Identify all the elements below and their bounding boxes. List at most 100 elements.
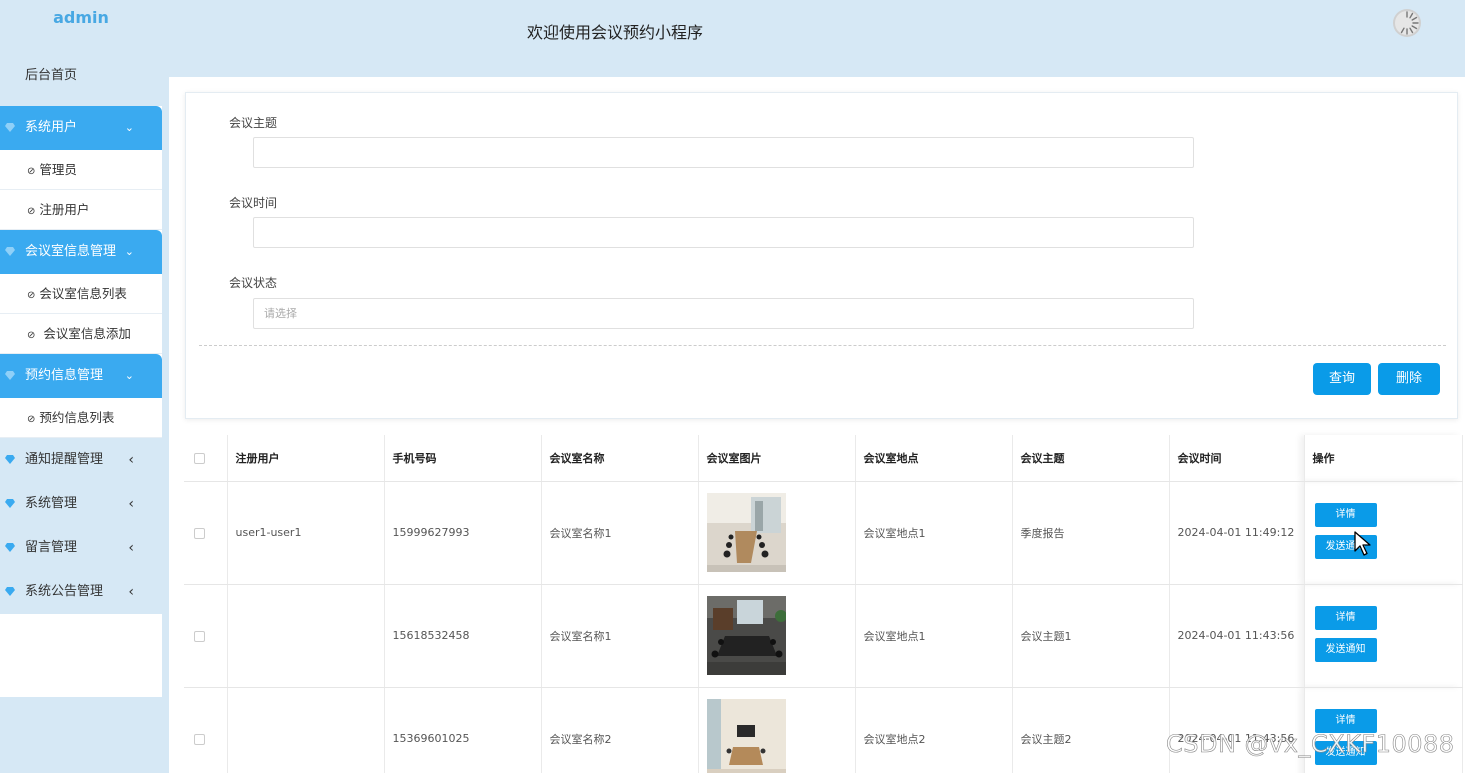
phone-cell: 15618532458 — [384, 584, 542, 688]
room-place-cell: 会议室地点1 — [855, 584, 1013, 688]
sidebar-group-system[interactable]: 系统管理 ‹ — [0, 482, 162, 526]
sidebar-group-label: 预约信息管理 — [25, 368, 104, 383]
watermark: CSDN @vx_CXKF10088 — [1166, 730, 1455, 759]
circle-check-icon: ⊘ — [27, 290, 36, 301]
user-cell: user1-user1 — [227, 481, 385, 585]
phone-cell: 15369601025 — [384, 687, 542, 773]
brand-label: admin — [53, 8, 109, 27]
mouse-pointer-icon — [1354, 531, 1371, 556]
row-checkbox[interactable] — [194, 630, 205, 642]
phone-cell: 15999627993 — [384, 481, 542, 585]
row-select-cell — [184, 687, 228, 773]
chevron-left-icon: ‹ — [128, 540, 134, 556]
sidebar-item-label: 会议室信息列表 — [39, 286, 127, 301]
divider — [199, 345, 1446, 346]
row-checkbox[interactable] — [194, 527, 205, 539]
sidebar-item-home[interactable]: 后台首页 — [0, 44, 162, 106]
topic-cell: 季度报告 — [1012, 481, 1170, 585]
sidebar-item-label: 预约信息列表 — [39, 410, 115, 425]
sidebar-menu: 系统用户 ⌄ ⊘ 管理员 ⊘ 注册用户 会议室信息管理 ⌄ ⊘ 会议室信息列表 ⊘ 会… — [0, 106, 162, 697]
query-button[interactable]: 查询 — [1313, 363, 1371, 395]
sidebar-item-label: 注册用户 — [39, 202, 90, 217]
detail-button[interactable]: 详情 — [1314, 708, 1377, 733]
room-image-cell — [698, 584, 856, 688]
diamond-icon — [5, 455, 15, 464]
sidebar-group-notifications[interactable]: 通知提醒管理 ‹ — [0, 438, 162, 482]
avatar-icon[interactable] — [1392, 8, 1422, 38]
diamond-icon — [5, 587, 15, 596]
action-cell: 详情 发送通知 — [1304, 481, 1463, 585]
status-select[interactable]: 请选择 — [253, 298, 1194, 329]
sidebar-group-messages[interactable]: 留言管理 ‹ — [0, 526, 162, 570]
room-photo[interactable] — [706, 493, 786, 572]
sidebar-item-room-add[interactable]: ⊘ 会议室信息添加 — [0, 314, 162, 354]
column-header: 会议主题 — [1012, 435, 1170, 482]
circle-check-icon: ⊘ — [27, 330, 36, 341]
topic-input[interactable] — [253, 137, 1194, 168]
sidebar-item-room-list[interactable]: ⊘ 会议室信息列表 — [0, 274, 162, 314]
room-photo[interactable] — [706, 596, 786, 675]
user-cell — [227, 584, 385, 688]
sidebar-item-registered-users[interactable]: ⊘ 注册用户 — [0, 190, 162, 230]
send-notice-button[interactable]: 发送通知 — [1314, 637, 1377, 662]
sidebar-item-admins[interactable]: ⊘ 管理员 — [0, 150, 162, 190]
topic-label: 会议主题 — [229, 116, 278, 130]
row-checkbox[interactable] — [194, 733, 205, 745]
sidebar-group-label: 系统公告管理 — [25, 584, 104, 599]
column-header: 会议室地点 — [855, 435, 1013, 482]
sidebar-group-label: 系统用户 — [25, 120, 78, 135]
main-content: 会议主题 会议时间 会议状态 请选择 查询 删除 注册用户 手机号码 会议室名称… — [169, 77, 1465, 773]
room-place-cell: 会议室地点2 — [855, 687, 1013, 773]
table-row: user1-user1 15999627993 会议室名称1 会议室地点1 季度… — [184, 481, 1463, 585]
sidebar-group-booking[interactable]: 预约信息管理 ⌄ — [0, 354, 162, 398]
column-header: 会议室图片 — [698, 435, 856, 482]
room-name-cell: 会议室名称1 — [541, 481, 699, 585]
circle-check-icon: ⊘ — [27, 166, 36, 177]
row-select-cell — [184, 481, 228, 585]
chevron-down-icon: ⌄ — [124, 121, 134, 134]
time-cell: 2024-04-01 11:49:12 — [1169, 481, 1305, 585]
sidebar: admin 后台首页 系统用户 ⌄ ⊘ 管理员 ⊘ 注册用户 会议室信息管理 ⌄ ⊘… — [0, 0, 162, 773]
sidebar-item-label: 管理员 — [39, 162, 77, 177]
column-header: 会议时间 — [1169, 435, 1305, 482]
column-header: 操作 — [1304, 435, 1463, 482]
status-label: 会议状态 — [229, 276, 278, 290]
table-row: 15618532458 会议室名称1 会议室地点1 会议主题1 2024-04-… — [184, 584, 1463, 688]
diamond-icon — [5, 123, 15, 132]
detail-button[interactable]: 详情 — [1314, 605, 1377, 630]
sidebar-group-label: 系统管理 — [25, 496, 78, 511]
select-all-cell — [184, 435, 228, 482]
chevron-down-icon: ⌄ — [124, 245, 134, 258]
sidebar-item-booking-list[interactable]: ⊘ 预约信息列表 — [0, 398, 162, 438]
circle-check-icon: ⊘ — [27, 414, 36, 425]
chevron-left-icon: ‹ — [128, 584, 134, 600]
column-header: 手机号码 — [384, 435, 542, 482]
diamond-icon — [5, 247, 15, 256]
user-cell — [227, 687, 385, 773]
circle-check-icon: ⊘ — [27, 206, 36, 217]
detail-button[interactable]: 详情 — [1314, 502, 1377, 527]
search-form: 会议主题 会议时间 会议状态 请选择 查询 删除 — [185, 92, 1458, 419]
column-header: 会议室名称 — [541, 435, 699, 482]
sidebar-group-room-info[interactable]: 会议室信息管理 ⌄ — [0, 230, 162, 274]
diamond-icon — [5, 499, 15, 508]
room-name-cell: 会议室名称2 — [541, 687, 699, 773]
chevron-left-icon: ‹ — [128, 452, 134, 468]
row-select-cell — [184, 584, 228, 688]
time-input[interactable] — [253, 217, 1194, 248]
diamond-icon — [5, 371, 15, 380]
delete-button[interactable]: 删除 — [1378, 363, 1440, 395]
room-photo[interactable] — [706, 699, 786, 773]
table-header-row: 注册用户 手机号码 会议室名称 会议室图片 会议室地点 会议主题 会议时间 操作 — [184, 435, 1463, 482]
sidebar-group-announcements[interactable]: 系统公告管理 ‹ — [0, 570, 162, 614]
room-image-cell — [698, 687, 856, 773]
sidebar-group-label: 留言管理 — [25, 540, 78, 555]
top-header: 欢迎使用会议预约小程序 — [162, 0, 1465, 77]
room-image-cell — [698, 481, 856, 585]
topic-cell: 会议主题2 — [1012, 687, 1170, 773]
room-place-cell: 会议室地点1 — [855, 481, 1013, 585]
room-name-cell: 会议室名称1 — [541, 584, 699, 688]
diamond-icon — [5, 543, 15, 552]
sidebar-group-system-users[interactable]: 系统用户 ⌄ — [0, 106, 162, 150]
select-all-checkbox[interactable] — [194, 452, 205, 464]
